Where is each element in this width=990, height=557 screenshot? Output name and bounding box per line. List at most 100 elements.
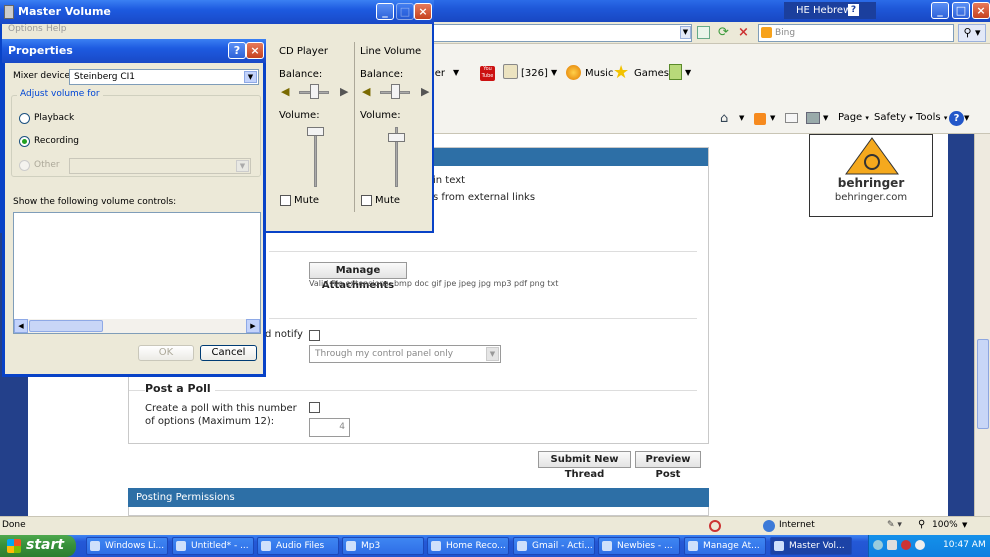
recording-radio[interactable] (19, 136, 30, 147)
browser-maximize-button[interactable]: □ (952, 2, 970, 19)
print-icon[interactable] (806, 112, 820, 124)
taskbar-item-untitled[interactable]: Untitled* - ... (172, 537, 254, 555)
games-star-icon[interactable]: ★ (613, 62, 629, 83)
messages-count[interactable]: [326] (521, 68, 548, 79)
clipboard-icon[interactable] (669, 64, 682, 80)
line-volume-mute-checkbox[interactable] (361, 195, 372, 206)
dropdown-arrow-icon[interactable]: ▼ (962, 521, 967, 529)
menu-help[interactable]: Help (46, 24, 67, 34)
tray-network-icon[interactable] (873, 540, 883, 550)
submit-new-thread-button[interactable]: Submit New Thread (538, 451, 631, 480)
taskbar-item-gmail[interactable]: Gmail - Acti... (513, 537, 595, 555)
close-button[interactable]: × (414, 3, 432, 20)
page-menu[interactable]: Page ▾ (838, 112, 869, 123)
notify-select[interactable]: Through my control panel only ▼ (309, 345, 501, 363)
browser-close-button[interactable]: × (972, 2, 990, 19)
scrollbar-thumb[interactable] (29, 320, 103, 332)
manage-attachments-button[interactable]: Manage Attachments (309, 262, 407, 291)
windows-logo-icon (7, 539, 21, 553)
music-link[interactable]: Music (585, 68, 613, 79)
speaker-icon (4, 5, 14, 19)
zoom-level[interactable]: 100% (932, 520, 958, 530)
language-bar[interactable]: HE Hebrew? (784, 2, 876, 19)
page-scrollbar[interactable] (974, 134, 990, 516)
compatibility-icon[interactable] (697, 26, 710, 39)
taskbar-item-home-recording[interactable]: Home Reco... (427, 537, 509, 555)
poll-options-input[interactable]: 4 (309, 418, 350, 437)
taskbar-item-newbies[interactable]: Newbies - ... (598, 537, 680, 555)
tools-menu-label: Tools (916, 112, 941, 123)
posting-permissions-header: Posting Permissions (128, 488, 709, 507)
poll-checkbox[interactable] (309, 402, 320, 413)
home-icon[interactable]: ⌂ (720, 111, 728, 126)
search-icon[interactable]: ⚲ ▾ (958, 24, 986, 42)
volume-slider-cd[interactable] (314, 127, 317, 187)
mail-icon[interactable] (785, 113, 798, 123)
safety-menu[interactable]: Safety ▾ (874, 112, 913, 123)
taskbar-item-audio-files[interactable]: Audio Files (257, 537, 339, 555)
close-button[interactable]: × (246, 42, 264, 59)
help-button[interactable]: ? (228, 42, 246, 59)
dropdown-arrow-icon[interactable]: ▼ (770, 114, 775, 122)
tray-security-icon[interactable] (901, 540, 911, 550)
protected-mode-icon[interactable]: ✎ ▾ (887, 520, 902, 530)
behringer-ad[interactable]: behringer behringer.com (809, 134, 933, 217)
master-volume-menubar: Options Help (2, 24, 432, 38)
dropdown-arrow-icon[interactable]: ▼ (964, 114, 969, 122)
volume-slider-thumb[interactable] (307, 127, 324, 136)
address-dropdown-icon[interactable]: ▼ (680, 26, 691, 39)
refresh-icon[interactable]: ⟳ (716, 25, 731, 40)
taskbar-item-mp3[interactable]: Mp3 (342, 537, 424, 555)
dropdown-arrow-icon[interactable]: ▼ (823, 114, 828, 122)
dropdown-arrow-icon[interactable]: ▼ (551, 68, 557, 77)
mixer-device-select[interactable]: Steinberg CI1 ▼ (69, 69, 259, 85)
volume-slider-thumb[interactable] (388, 133, 405, 142)
tools-menu[interactable]: Tools ▾ (916, 112, 947, 123)
preview-post-button[interactable]: Preview Post (635, 451, 701, 480)
tray-update-icon[interactable] (915, 540, 925, 550)
music-icon[interactable] (566, 65, 581, 80)
balance-slider-thumb[interactable] (310, 84, 319, 99)
help-icon[interactable]: ? (949, 111, 964, 126)
clock[interactable]: 10:47 AM (943, 540, 986, 550)
master-volume-title: Master Volume (18, 5, 111, 18)
search-field[interactable]: Bing (758, 24, 954, 42)
safety-menu-label: Safety (874, 112, 906, 123)
minimize-button[interactable]: _ (376, 3, 394, 20)
cd-player-mute-checkbox[interactable] (280, 195, 291, 206)
taskbar-item-windows-live[interactable]: Windows Li... (86, 537, 168, 555)
volume-controls-list[interactable]: ◀ ▶ (13, 212, 261, 334)
behringer-url: behringer.com (834, 192, 908, 203)
help-icon[interactable]: ? (848, 4, 859, 16)
cancel-button[interactable]: Cancel (200, 345, 257, 361)
games-link[interactable]: Games (634, 68, 669, 79)
balance-slider-thumb[interactable] (391, 84, 400, 99)
notify-checkbox[interactable] (309, 330, 320, 341)
messages-icon[interactable] (503, 64, 518, 79)
zoom-icon[interactable]: ⚲ (918, 519, 925, 530)
scroll-left-icon[interactable]: ◀ (14, 319, 28, 333)
privacy-icon[interactable] (709, 520, 721, 532)
dropdown-arrow-icon[interactable]: ▼ (739, 114, 744, 122)
stop-icon[interactable]: × (736, 25, 751, 40)
page-menu-label: Page (838, 112, 863, 123)
address-field[interactable] (432, 24, 692, 42)
browser-minimize-button[interactable]: _ (931, 2, 949, 19)
scrollbar-thumb[interactable] (977, 339, 989, 429)
dropdown-arrow-icon[interactable]: ▼ (453, 68, 459, 77)
tray-volume-icon[interactable] (887, 540, 897, 550)
start-button[interactable]: start (0, 535, 76, 557)
feeds-icon[interactable] (754, 113, 766, 125)
adjust-volume-label: Adjust volume for (17, 89, 103, 99)
taskbar-item-master-volume[interactable]: Master Vol... (770, 537, 852, 555)
recording-label: Recording (34, 136, 80, 146)
playback-radio[interactable] (19, 113, 30, 124)
taskbar-item-manage-attachments[interactable]: Manage At... (684, 537, 766, 555)
mixer-device-value: Steinberg CI1 (74, 72, 136, 82)
chevron-down-icon: ▼ (236, 160, 249, 172)
scroll-right-icon[interactable]: ▶ (246, 319, 260, 333)
youtube-icon[interactable]: You Tube (480, 66, 495, 81)
dropdown-arrow-icon[interactable]: ▼ (685, 68, 691, 77)
horizontal-scrollbar[interactable]: ◀ ▶ (14, 319, 260, 333)
menu-options[interactable]: Options (8, 24, 43, 34)
